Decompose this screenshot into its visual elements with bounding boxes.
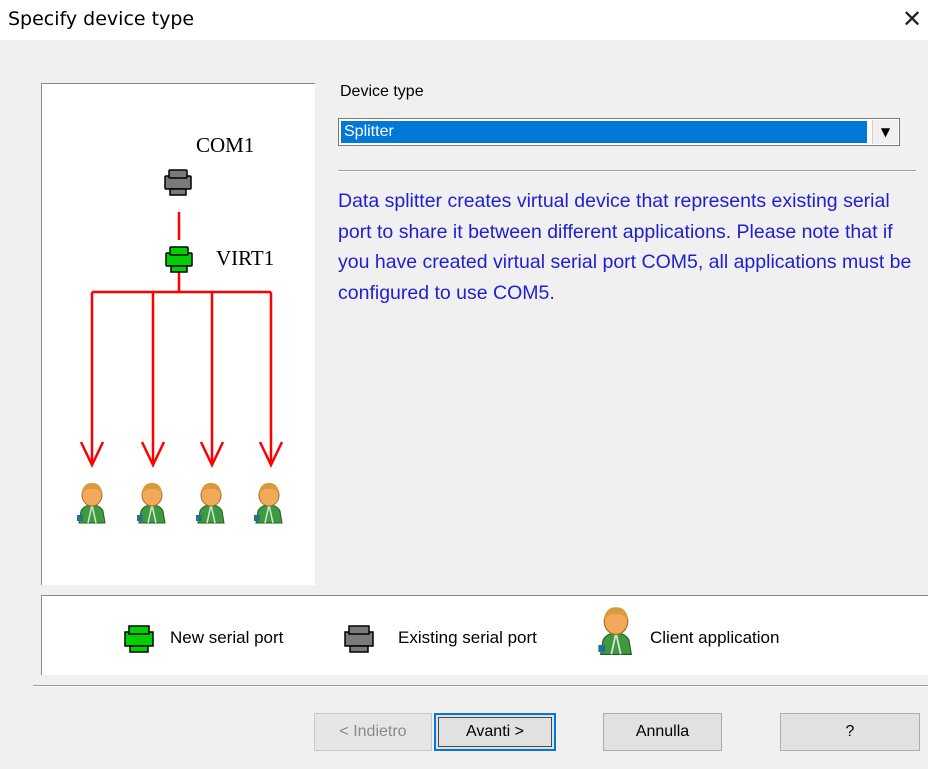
diagram-graphic [76, 169, 284, 524]
existing-port-legend-icon [344, 625, 374, 653]
cancel-button[interactable]: Annulla [603, 713, 722, 751]
legend-new-port: New serial port [170, 628, 284, 647]
device-type-select[interactable]: Splitter ▼ [338, 118, 900, 146]
legend-existing-port: Existing serial port [398, 628, 537, 647]
new-port-icon [165, 246, 193, 273]
virtual-port-label: VIRT1 [216, 246, 275, 270]
window-title: Specify device type [8, 8, 195, 30]
splitter-diagram: COM1 VIRT1 [41, 83, 315, 585]
divider [33, 685, 928, 687]
device-description: Data splitter creates virtual device tha… [338, 190, 912, 304]
existing-port-icon [164, 169, 192, 196]
chevron-down-icon[interactable]: ▼ [872, 120, 898, 144]
new-port-legend-icon [124, 625, 154, 653]
device-type-label: Device type [340, 83, 424, 100]
back-button[interactable]: < Indietro [314, 713, 432, 751]
title-bar: Specify device type ✕ [0, 0, 928, 40]
next-button[interactable]: Avanti > [434, 713, 556, 751]
close-icon[interactable]: ✕ [900, 6, 924, 32]
client-app-icon [136, 482, 166, 524]
legend-client-app: Client application [650, 628, 780, 647]
client-app-icon [253, 482, 283, 524]
dialog-body: COM1 VIRT1 Device type Splitter ▼ Data s… [0, 40, 928, 769]
legend: New serial port Existing serial port Cli… [41, 595, 928, 675]
client-app-icon [195, 482, 225, 524]
divider [338, 170, 916, 172]
focus-rect [438, 717, 552, 747]
device-type-value[interactable]: Splitter [341, 121, 867, 143]
client-app-icon [76, 482, 106, 524]
existing-port-label: COM1 [196, 133, 255, 157]
help-button[interactable]: ? [780, 713, 920, 751]
client-app-legend-icon [598, 607, 632, 655]
